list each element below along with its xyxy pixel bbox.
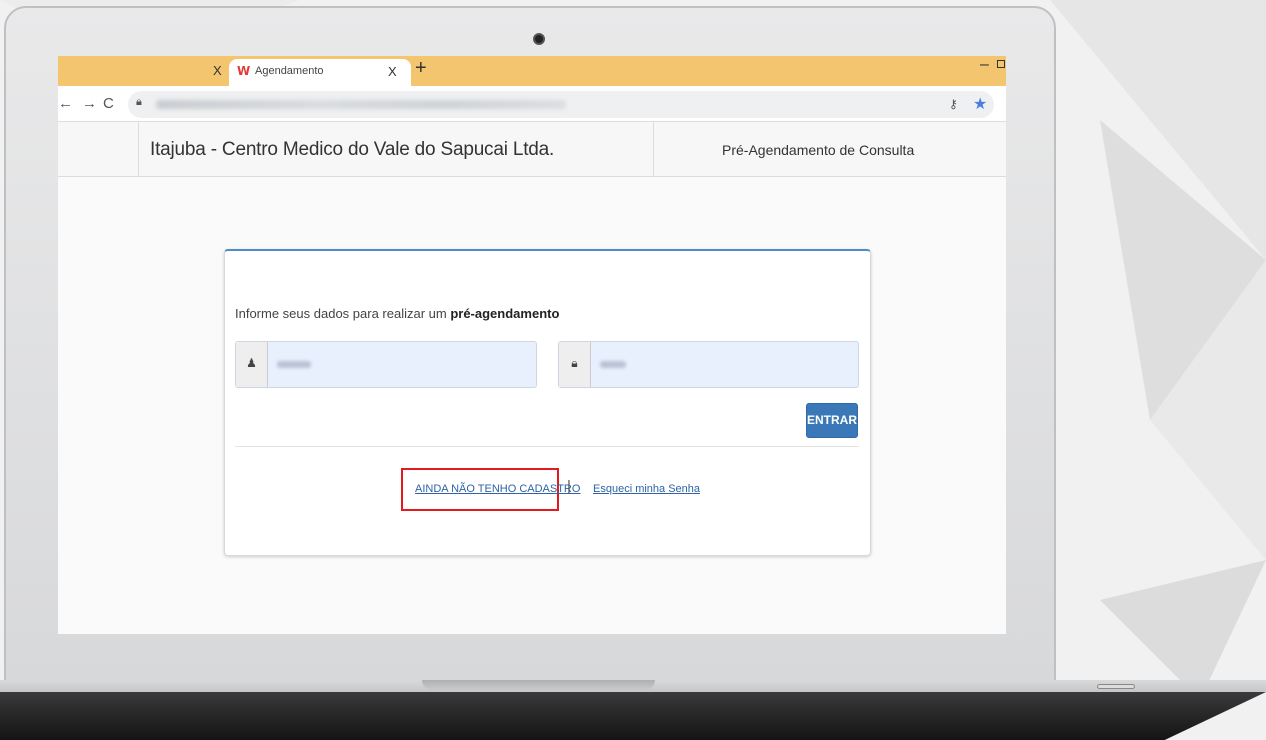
url-text-blurred xyxy=(156,100,566,109)
username-value-blurred xyxy=(277,361,311,368)
forward-button[interactable]: → xyxy=(82,95,97,112)
login-instruction: Informe seus dados para realizar um pré-… xyxy=(235,306,559,321)
link-separator: | xyxy=(567,478,571,495)
header-divider xyxy=(653,122,654,177)
entrar-button[interactable]: ENTRAR xyxy=(806,403,858,438)
header-divider xyxy=(138,122,139,177)
hinge-notch xyxy=(422,680,655,690)
username-field[interactable]: ♟ xyxy=(235,341,537,388)
tab-close-button[interactable]: X xyxy=(388,64,397,79)
site-title: Itajuba - Centro Medico do Vale do Sapuc… xyxy=(150,139,555,160)
browser-toolbar: ← → C 🔒︎ ⚷ ★ xyxy=(58,86,1006,122)
password-value-blurred xyxy=(600,361,626,368)
maximize-icon[interactable] xyxy=(997,60,1005,68)
tab-bar: X W Agendamento X + ‒ xyxy=(58,56,1006,86)
base-bottom xyxy=(0,692,1266,740)
reload-button[interactable]: C xyxy=(103,95,114,112)
lock-icon: 🔒︎ xyxy=(559,342,591,387)
key-icon[interactable]: ⚷ xyxy=(949,97,958,111)
previous-tab-close-button[interactable]: X xyxy=(213,63,222,78)
user-icon: ♟ xyxy=(236,342,268,387)
site-header: Itajuba - Centro Medico do Vale do Sapuc… xyxy=(58,122,1006,177)
address-bar[interactable]: 🔒︎ ⚷ ★ xyxy=(128,91,994,118)
base-slot xyxy=(1097,684,1135,689)
tab-agendamento[interactable]: W Agendamento X xyxy=(229,59,411,86)
instruction-text: Informe seus dados para realizar um xyxy=(235,306,451,321)
new-tab-button[interactable]: + xyxy=(415,57,427,80)
password-field[interactable]: 🔒︎ xyxy=(558,341,859,388)
favicon-icon: W xyxy=(237,64,251,78)
tab-title: Agendamento xyxy=(255,65,324,77)
laptop-base xyxy=(0,680,1266,740)
star-icon[interactable]: ★ xyxy=(973,94,987,114)
webcam xyxy=(533,33,545,45)
minimize-icon[interactable]: ‒ xyxy=(980,56,989,74)
forgot-password-link[interactable]: Esqueci minha Senha xyxy=(593,483,700,495)
back-button[interactable]: ← xyxy=(58,95,73,112)
divider xyxy=(235,446,859,447)
lock-icon: 🔒︎ xyxy=(136,96,142,108)
browser-window: X W Agendamento X + ‒ ← → C 🔒︎ ⚷ ★ Itaju… xyxy=(58,56,1006,634)
page-subtitle: Pré-Agendamento de Consulta xyxy=(722,142,915,158)
instruction-bold: pré-agendamento xyxy=(450,306,560,321)
login-card: Informe seus dados para realizar um pré-… xyxy=(224,249,871,556)
register-link[interactable]: AINDA NÃO TENHO CADASTRO xyxy=(415,483,580,495)
